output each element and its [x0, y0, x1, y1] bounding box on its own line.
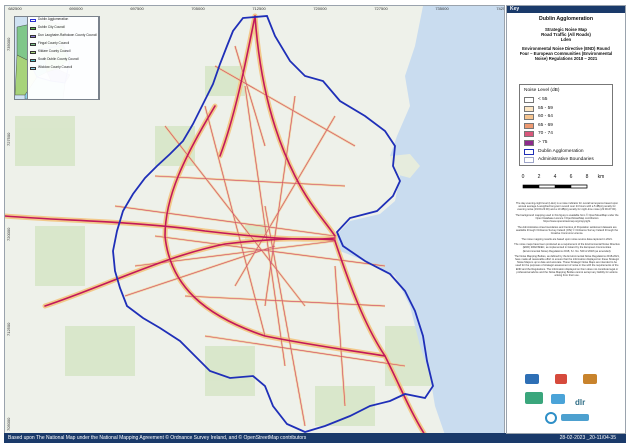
map-date-reference: 28-02-2023 _20-11/04-35 — [559, 435, 616, 441]
dlr-logo-text: dlr — [575, 398, 586, 407]
scale-label: 2 — [537, 174, 541, 180]
legend-swatch — [524, 105, 534, 112]
key-panel: Key Dublin Agglomeration Strategic Noise… — [506, 5, 626, 434]
legend-label: 65 - 69 — [538, 122, 553, 128]
key-notes: The day-evening-night level (Lden) is a … — [514, 202, 620, 279]
tii-logo — [525, 392, 543, 404]
inset-legend-swatch — [30, 67, 36, 70]
scale-label: 8 — [585, 174, 589, 180]
legend-label: < 55 — [538, 97, 548, 102]
inset-legend-label: Fingal County Council — [38, 41, 70, 45]
scale-label: 6 — [569, 174, 573, 180]
scale-label: 0 — [521, 174, 525, 180]
dlr-logo: dlr — [575, 392, 597, 407]
south-dublin-logo — [583, 374, 597, 384]
inset-legend-swatch — [30, 35, 36, 38]
map-frame[interactable]: 682500 690000 697500 705000 712500 720000 7275… — [4, 5, 505, 434]
legend-item: 60 - 64 — [524, 113, 614, 121]
partner-logos: dlr — [511, 374, 623, 432]
inset-legend-label: Dun Laoghaire-Rathdown County Council — [38, 33, 97, 37]
key-note: The Noise Mapping Bodies, as defined by … — [514, 255, 620, 277]
legend-swatch — [524, 131, 534, 138]
legend-item: > 75 — [524, 139, 614, 147]
key-note: The day-evening-night level (Lden) is a … — [515, 202, 619, 212]
inset-legend-label: Kildare County Council — [38, 49, 71, 53]
key-note: The noise mapping results are based upon… — [521, 237, 613, 241]
scale-bar-graphic — [522, 184, 588, 189]
scale-label: 4 — [553, 174, 557, 180]
copyright-credit: Based upon The National Map under the Na… — [8, 435, 307, 441]
legend-item: < 55 — [524, 96, 614, 104]
key-note: The background mapping used in this figu… — [515, 213, 619, 224]
legend-label: 70 - 74 — [538, 131, 553, 137]
legend-item: Administrative Boundaries — [524, 156, 614, 164]
inset-legend: Dublin Agglomeration Dublin City Council D… — [27, 16, 99, 100]
inset-legend-swatch — [30, 59, 36, 62]
inset-legend-swatch — [30, 19, 36, 22]
inset-legend-item: Wicklow County Council — [29, 65, 97, 74]
noise-consultants-logo — [545, 412, 557, 424]
key-title: Dublin Agglomeration — [539, 16, 593, 22]
legend-item: 70 - 74 — [524, 130, 614, 138]
legend-swatch — [524, 148, 534, 155]
bottom-bar: Based upon The National Map under the Na… — [4, 433, 626, 443]
legend-swatch — [524, 114, 534, 121]
legend-swatch — [524, 157, 534, 164]
key-note: The Administrative Area boundaries and C… — [515, 225, 619, 235]
legend-label: 60 - 64 — [538, 114, 553, 120]
scale-label: km — [597, 174, 605, 180]
inset-legend-swatch — [30, 51, 36, 54]
scale-bar: 0 2 4 6 8 km — [519, 174, 615, 198]
key-subtitle: Strategic Noise Map Road Traffic (All Ro… — [509, 27, 623, 43]
irish-rail-logo — [551, 394, 565, 404]
inset-legend-label: Wicklow County Council — [38, 65, 73, 69]
legend-swatch — [524, 97, 534, 103]
legend-title: Noise Level (dB) — [524, 88, 560, 93]
legend-swatch — [524, 122, 534, 129]
noise-consultants-wordmark — [561, 414, 589, 421]
inset-legend-swatch — [30, 43, 36, 46]
noise-map-sheet: 682500 690000 697500 705000 712500 720000 7275… — [0, 0, 630, 446]
key-header: Key — [507, 6, 625, 13]
directive-text: Environmental Noise Directive (END) Roun… — [511, 46, 621, 61]
inset-legend-label: South Dublin County Council — [38, 57, 79, 61]
fingal-logo — [555, 374, 567, 384]
legend-item: Dublin Agglomeration — [524, 148, 614, 156]
legend-label: > 75 — [538, 140, 548, 145]
legend-item: 65 - 69 — [524, 122, 614, 130]
directive-line: Noise) Regulations 2018 – 2021 — [534, 56, 598, 61]
legend-swatch — [524, 140, 534, 146]
legend-item: 55 - 59 — [524, 105, 614, 113]
legend-label: Administrative Boundaries — [538, 157, 594, 163]
dublin-city-council-logo — [525, 374, 539, 384]
noise-legend: Noise Level (dB) < 55 55 - 59 60 - 64 65 - … — [519, 84, 613, 166]
subtitle-line: Lden — [560, 37, 572, 43]
inset-legend-label: Dublin City Council — [38, 25, 65, 29]
inset-legend-swatch — [30, 27, 36, 30]
legend-label: Dublin Agglomeration — [538, 148, 584, 154]
legend-label: 55 - 59 — [538, 105, 553, 111]
inset-legend-label: Dublin Agglomeration — [38, 17, 69, 21]
key-note: The noise maps have been produced as a r… — [514, 243, 620, 253]
